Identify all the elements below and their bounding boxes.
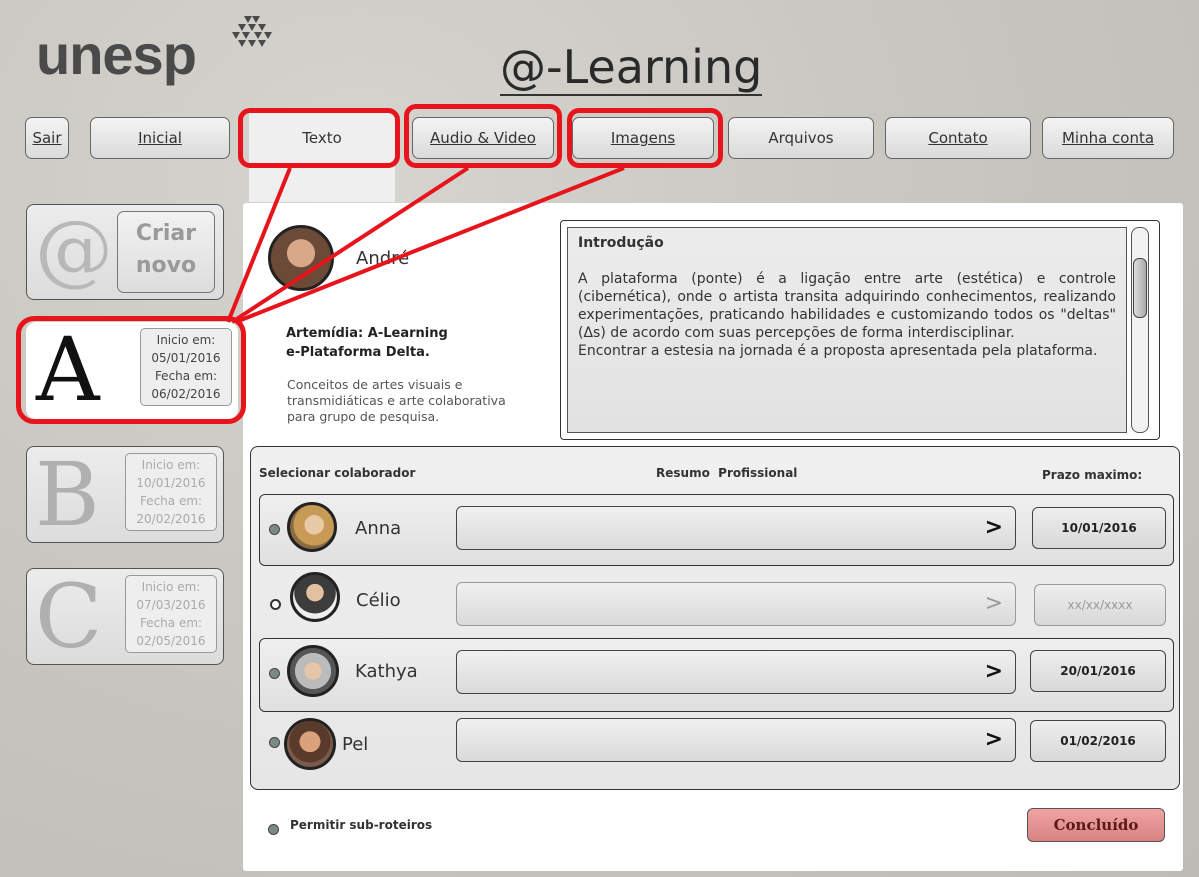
unesp-logo-mark-icon (232, 16, 272, 47)
unesp-logo: unesp (36, 23, 197, 86)
nav-texto-tab[interactable]: Texto (249, 110, 395, 202)
intro-box: Introdução A plataforma (ponte) é a liga… (560, 220, 1160, 440)
done-button[interactable]: Concluído (1027, 808, 1165, 842)
intro-scrollbar[interactable] (1131, 227, 1149, 433)
project-title: Artemídia: A-Learning e-Plataforma Delta… (286, 326, 448, 360)
create-new-card[interactable]: @ Criar novo (26, 204, 224, 300)
deadline-button[interactable]: 20/01/2016 (1030, 650, 1166, 692)
script-card-c[interactable]: C Inicio em: 07/03/2016 Fecha em: 02/05/… (26, 568, 224, 665)
col-select-header: Selecionar colaborador (259, 466, 416, 480)
author-name: André (356, 248, 410, 269)
select-radio[interactable] (269, 668, 280, 679)
deadline-button[interactable]: 10/01/2016 (1032, 507, 1166, 549)
create-new-button[interactable]: Criar novo (117, 211, 215, 293)
select-radio[interactable] (269, 737, 280, 748)
resumo-button[interactable]: > (456, 582, 1016, 626)
intro-paragraph: A plataforma (ponte) é a ligação entre a… (578, 271, 1116, 341)
collaborator-name: Pel (342, 734, 369, 755)
col-resumo-header: Resumo Profissional (656, 466, 798, 480)
select-radio[interactable] (269, 524, 280, 535)
col-prazo-header: Prazo maximo: (1042, 468, 1143, 482)
script-letter: A (36, 318, 100, 421)
resumo-button[interactable]: > (456, 506, 1016, 550)
collaborator-name: Célio (356, 590, 401, 611)
script-card-b[interactable]: B Inicio em: 10/01/2016 Fecha em: 20/02/… (26, 446, 224, 543)
chevron-right-icon: > (984, 727, 1003, 752)
intro-scroll-thumb[interactable] (1133, 258, 1147, 318)
nav-arquivos-button[interactable]: Arquivos (728, 117, 874, 159)
deadline-button[interactable]: 01/02/2016 (1030, 720, 1166, 762)
collaborator-name: Kathya (355, 661, 418, 682)
intro-paragraph: Encontrar a estesia na jornada é a propo… (578, 343, 1098, 359)
select-radio[interactable] (270, 599, 281, 610)
intro-heading: Introdução (578, 235, 664, 251)
permit-sub-scripts-radio[interactable] (268, 824, 279, 835)
script-dates: Inicio em: 10/01/2016 Fecha em: 20/02/20… (125, 453, 217, 531)
collaborator-avatar (284, 718, 336, 770)
nav-minha-conta-button[interactable]: Minha conta (1042, 117, 1174, 159)
nav-imagens-button[interactable]: Imagens (572, 117, 714, 159)
resumo-button[interactable]: > (456, 718, 1016, 762)
collaborator-avatar (287, 502, 337, 552)
app-title: @-Learning (500, 40, 763, 96)
chevron-right-icon: > (984, 659, 1003, 684)
script-letter: B (35, 443, 100, 546)
at-symbol-icon: @ (35, 205, 113, 295)
permit-sub-scripts-label: Permitir sub-roteiros (290, 818, 433, 832)
project-description: Conceitos de artes visuais e transmidiát… (287, 377, 506, 424)
deadline-button[interactable]: xx/xx/xxxx (1034, 584, 1166, 626)
collaborator-name: Anna (355, 518, 402, 539)
script-dates: Inicio em: 07/03/2016 Fecha em: 02/05/20… (125, 575, 217, 653)
intro-text-area[interactable]: Introdução A plataforma (ponte) é a liga… (567, 227, 1127, 433)
chevron-right-icon: > (984, 591, 1003, 616)
author-avatar (268, 225, 334, 291)
nav-sair-button[interactable]: Sair (25, 117, 69, 159)
collaborator-avatar (287, 645, 339, 697)
nav-contato-button[interactable]: Contato (885, 117, 1031, 159)
nav-audio-video-button[interactable]: Audio & Video (412, 117, 554, 159)
script-dates: Inicio em: 05/01/2016 Fecha em: 06/02/20… (140, 328, 232, 406)
chevron-right-icon: > (984, 515, 1003, 540)
script-card-a[interactable]: A Inicio em: 05/01/2016 Fecha em: 06/02/… (26, 322, 238, 419)
nav-inicial-button[interactable]: Inicial (90, 117, 230, 159)
resumo-button[interactable]: > (456, 650, 1016, 694)
collaborator-avatar (290, 572, 340, 622)
script-letter: C (35, 565, 103, 668)
